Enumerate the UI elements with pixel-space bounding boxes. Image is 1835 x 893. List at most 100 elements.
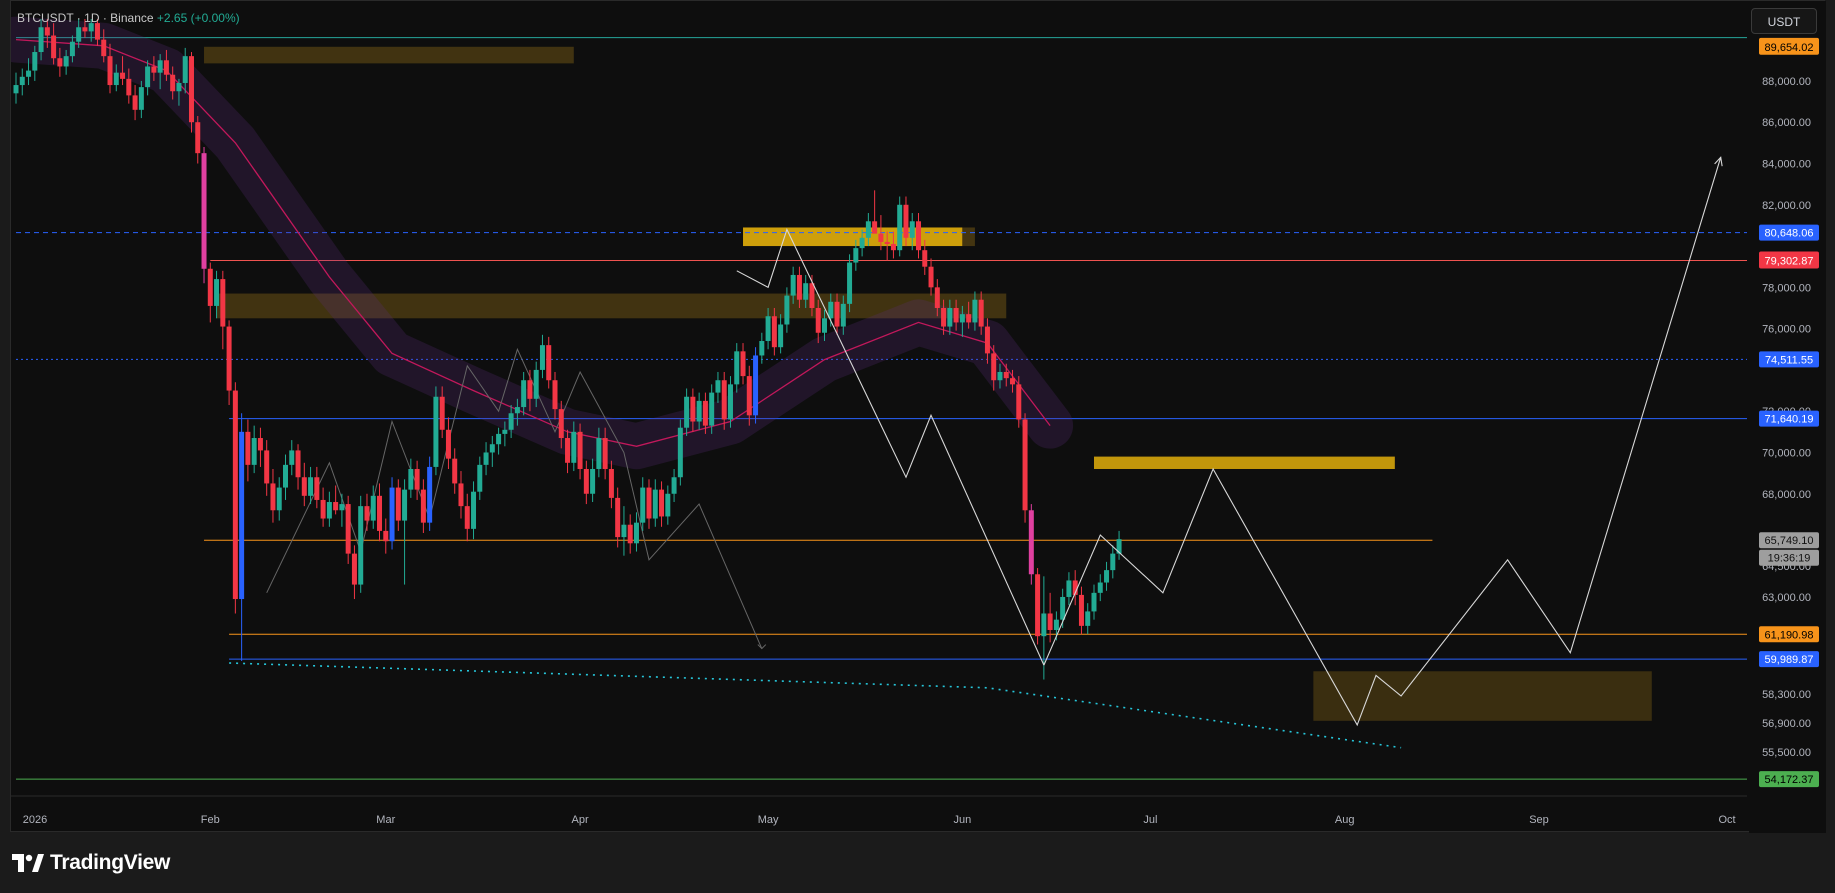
candle-body [539,345,545,370]
candle [665,485,671,525]
candle-body [1060,596,1066,620]
y-tick-label: 63,000.00 [1762,592,1811,604]
candle [483,442,489,476]
x-tick-label: May [758,814,779,826]
candle [496,427,502,455]
candle-body [201,153,207,269]
price-change: +2.65 (+0.00%) [156,11,240,25]
tradingview-icon [12,854,44,872]
currency-button[interactable]: USDT [1751,8,1817,34]
candle-body [897,204,903,251]
candle-body [677,427,683,478]
candle-body [207,268,213,306]
candle-body [63,56,69,67]
candle-body [94,23,100,40]
candle-body [452,458,458,484]
candle [640,477,646,531]
candle-body [264,450,270,484]
candle-body [57,58,63,67]
y-tick-label: 68,000.00 [1762,489,1811,501]
candle-body [345,504,351,554]
candle-body [370,495,376,521]
forecast-path [1043,157,1722,727]
candle-body [257,438,263,451]
candle-body [577,431,583,469]
y-tick-label: 58,300.00 [1762,689,1811,701]
candle [420,479,426,533]
y-tick-label: 55,500.00 [1762,747,1811,759]
candle-body [314,477,320,500]
candle-body [1091,592,1097,612]
candle-body [308,477,314,496]
x-tick-label: Feb [201,814,220,826]
candle-body [414,468,420,490]
candle-body [878,233,884,242]
candle-body [734,351,740,385]
candle-body [590,468,596,494]
candle-body [583,468,589,494]
candle [188,52,194,133]
candle-body [82,27,88,32]
candle-body [596,438,602,469]
y-tick-label: 78,000.00 [1762,282,1811,294]
candle [264,440,270,496]
candle-body [120,72,126,79]
candle-body [966,314,972,323]
candle-body [665,493,671,517]
candle [627,514,633,554]
candle-body [445,429,451,459]
price-badge-label: 61,190.98 [1765,629,1814,641]
candle [333,485,339,515]
candle [289,440,295,476]
candle [201,146,207,284]
candle-body [941,307,947,327]
price-badge-label: 80,648.06 [1765,228,1814,240]
candle-body [51,35,57,59]
candle [477,456,483,500]
candle [740,343,746,385]
candle-body [903,204,909,238]
chart-canvas[interactable]: 88,000.00 86,000.00 84,000.00 82,000.00 78,0… [11,1,1826,833]
interval-label: 1D [84,11,100,25]
candle [1078,586,1084,635]
candle-body [558,409,564,439]
candle-body [1022,419,1028,511]
candle-body [176,82,182,92]
candle [546,336,552,389]
candle-body [565,438,571,463]
candle [1066,572,1072,606]
exchange-label: Binance [110,11,154,25]
candle-body [320,499,326,519]
candle [351,545,357,600]
candle [295,444,301,490]
symbol-header[interactable]: BTCUSDT · 1D · Binance +2.65 (+0.00%) [17,11,240,25]
candle-body [1035,574,1041,637]
tradingview-logo[interactable]: TradingView [12,851,170,875]
candle [671,468,677,503]
candle-body [163,60,169,75]
candle-body [1016,384,1022,420]
candle-body [872,221,878,234]
price-zone [743,227,963,247]
candle-body [351,553,357,585]
candle [326,491,332,527]
candle [220,270,226,350]
candle-body [552,380,558,410]
chart-frame[interactable]: 88,000.00 86,000.00 84,000.00 82,000.00 78,0… [10,0,1826,833]
candle [314,466,320,509]
candle-body [853,248,859,263]
candle-body [496,433,502,445]
price-badge-label: 59,989.87 [1765,654,1814,666]
candle [615,487,621,548]
candle [13,72,19,104]
y-tick-label: 86,000.00 [1762,117,1811,129]
candle-body [170,74,176,92]
candle [646,479,652,529]
candle-body [947,307,953,327]
support-trendline [229,662,1402,749]
x-tick-label: Oct [1718,814,1735,826]
candle [734,343,740,393]
candle-body [282,464,288,488]
candle-body [784,295,790,325]
candle-body [778,324,784,348]
